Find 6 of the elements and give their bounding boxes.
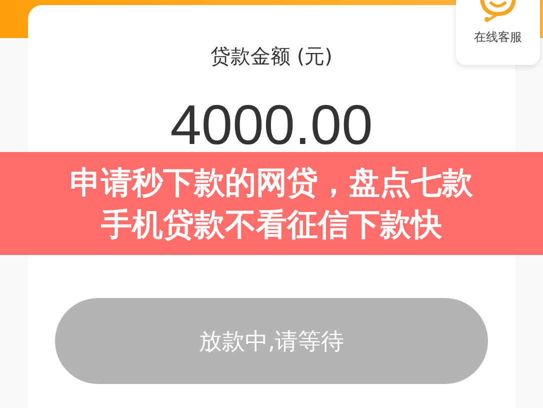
loan-amount: 4000.00 bbox=[170, 95, 373, 155]
amount-label: 贷款金额 (元) bbox=[210, 43, 332, 69]
headset-icon bbox=[478, 0, 518, 22]
customer-service-button[interactable]: 在线客服 bbox=[456, 0, 540, 65]
banner-title: 手机贷款不看征信下款快 bbox=[101, 206, 442, 244]
banner-title: 申请秒下款的网贷，盘点七款 bbox=[70, 164, 473, 202]
